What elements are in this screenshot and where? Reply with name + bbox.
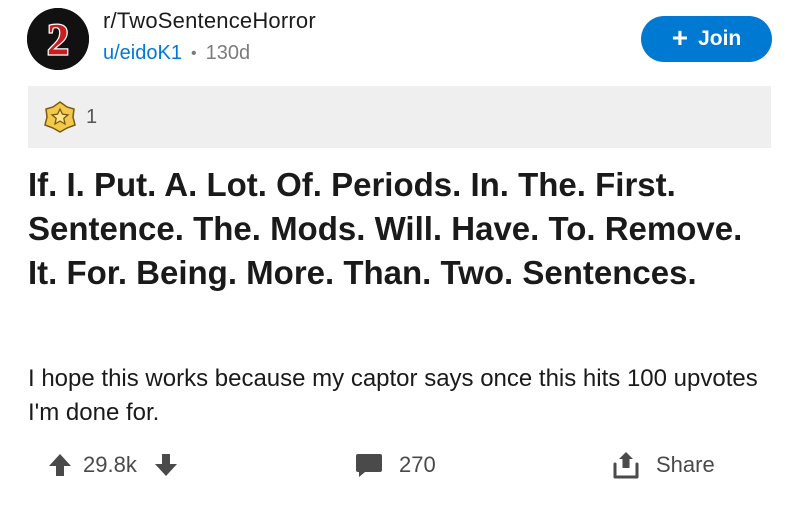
subreddit-name[interactable]: r/TwoSentenceHorror — [103, 8, 316, 34]
vote-score: 29.8k — [83, 452, 137, 477]
comment-count: 270 — [399, 452, 436, 477]
subreddit-avatar-icon: 2 — [27, 8, 89, 70]
plus-icon: + — [671, 21, 689, 53]
post-title[interactable]: If. I. Put. A. Lot. Of. Periods. In. The… — [28, 163, 778, 295]
comment-bubble-icon — [356, 454, 382, 477]
subreddit-avatar[interactable]: 2 — [27, 8, 89, 70]
author-link[interactable]: u/eidoK1 — [103, 42, 182, 65]
post-header: 2 r/TwoSentenceHorror u/eidoK1 • 130d + … — [0, 0, 800, 80]
join-button[interactable]: + Join — [641, 16, 772, 62]
award-count: 1 — [86, 105, 98, 128]
share-icon — [613, 452, 639, 479]
share-label: Share — [656, 452, 715, 477]
post-body: I hope this works because my captor says… — [28, 365, 758, 426]
downvote-arrow-icon[interactable] — [153, 452, 179, 478]
post-actions: 29.8k 270 Share — [0, 444, 800, 496]
post-meta: u/eidoK1 • 130d — [103, 42, 250, 65]
meta-separator: • — [190, 44, 197, 62]
award-star-icon — [44, 101, 76, 133]
awards-bar[interactable]: 1 — [28, 86, 771, 148]
subreddit-avatar-text: 2 — [47, 15, 69, 64]
vote-group: 29.8k — [47, 452, 179, 478]
join-button-label: Join — [698, 27, 742, 50]
post-age: 130d — [205, 42, 251, 64]
comments-button[interactable]: 270 — [355, 452, 436, 478]
share-button[interactable]: Share — [612, 450, 715, 480]
upvote-arrow-icon[interactable] — [47, 452, 73, 478]
